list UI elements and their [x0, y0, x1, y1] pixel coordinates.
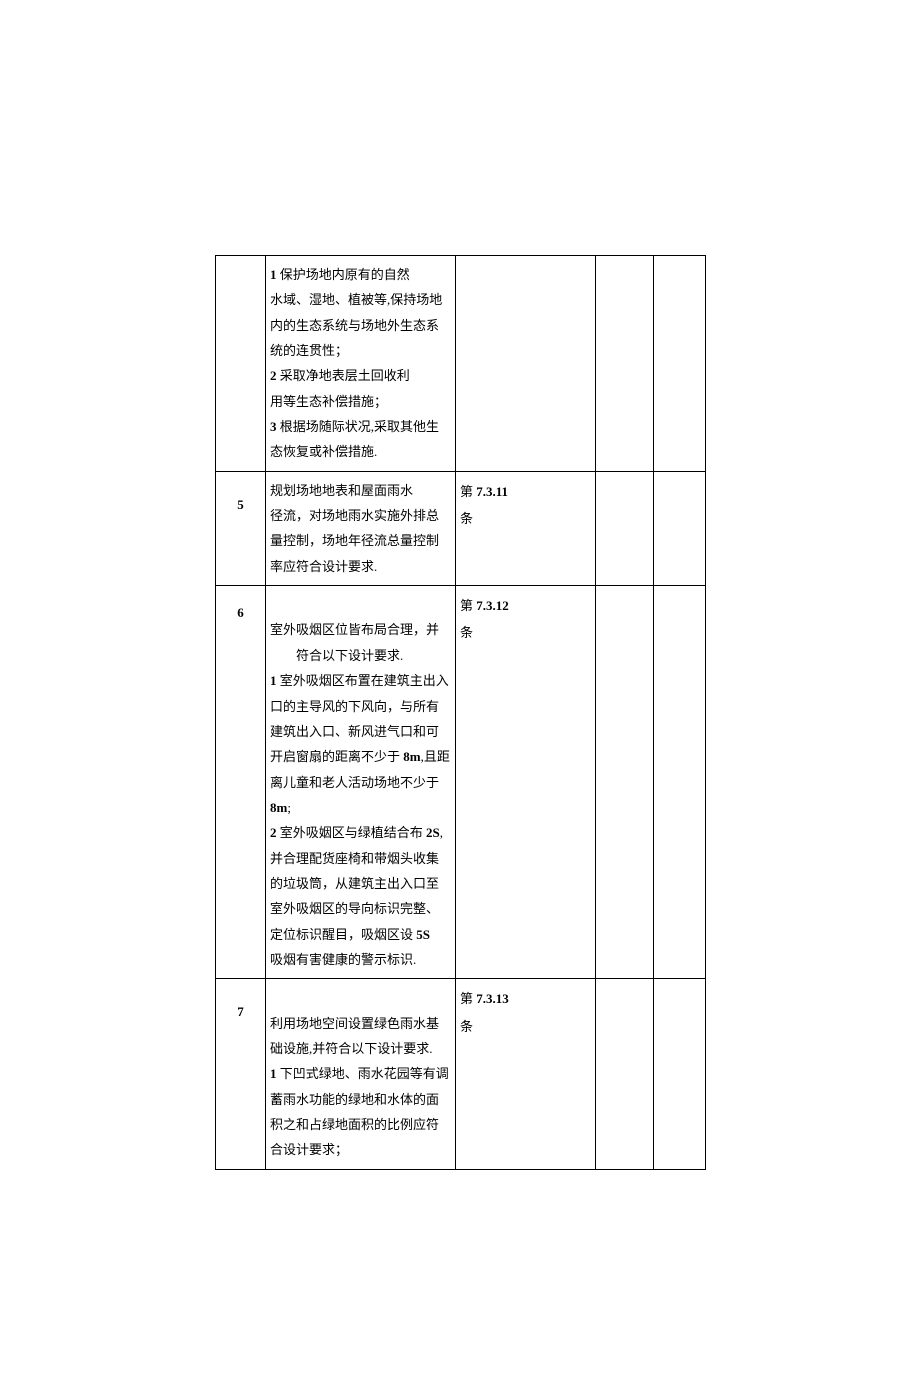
row-description: 1 保护场地内原有的自然水域、湿地、植被等,保持场地内的生态系统与场地外生态系统…: [266, 256, 456, 472]
row-reference: 第 7.3.13条: [456, 979, 596, 1169]
row-number: 7: [216, 979, 266, 1169]
row-col4: [596, 256, 654, 472]
row-number: 6: [216, 586, 266, 979]
row-col4: [596, 979, 654, 1169]
row-col4: [596, 471, 654, 585]
row-reference: 第 7.3.11条: [456, 471, 596, 585]
row-col5: [654, 586, 706, 979]
row-description: 利用场地空间设置绿色雨水基础设施,并符合以下设计要求.1 下凹式绿地、雨水花园等…: [266, 979, 456, 1169]
table-row: 6 室外吸烟区位皆布局合理，并 符合以下设计要求.1 室外吸烟区布置在建筑主出入…: [216, 586, 706, 979]
row-number: 5: [216, 471, 266, 585]
row-col5: [654, 979, 706, 1169]
row-reference: [456, 256, 596, 472]
table-row: 7 利用场地空间设置绿色雨水基础设施,并符合以下设计要求.1 下凹式绿地、雨水花…: [216, 979, 706, 1169]
row-col5: [654, 256, 706, 472]
row-description: 规划场地地表和屋面雨水径流，对场地雨水实施外排总量控制，场地年径流总量控制率应符…: [266, 471, 456, 585]
row-col4: [596, 586, 654, 979]
row-number: [216, 256, 266, 472]
table-row: 1 保护场地内原有的自然水域、湿地、植被等,保持场地内的生态系统与场地外生态系统…: [216, 256, 706, 472]
spec-table: 1 保护场地内原有的自然水域、湿地、植被等,保持场地内的生态系统与场地外生态系统…: [215, 255, 706, 1170]
table-row: 5 规划场地地表和屋面雨水径流，对场地雨水实施外排总量控制，场地年径流总量控制率…: [216, 471, 706, 585]
row-reference: 第 7.3.12条: [456, 586, 596, 979]
row-col5: [654, 471, 706, 585]
row-description: 室外吸烟区位皆布局合理，并 符合以下设计要求.1 室外吸烟区布置在建筑主出入口的…: [266, 586, 456, 979]
